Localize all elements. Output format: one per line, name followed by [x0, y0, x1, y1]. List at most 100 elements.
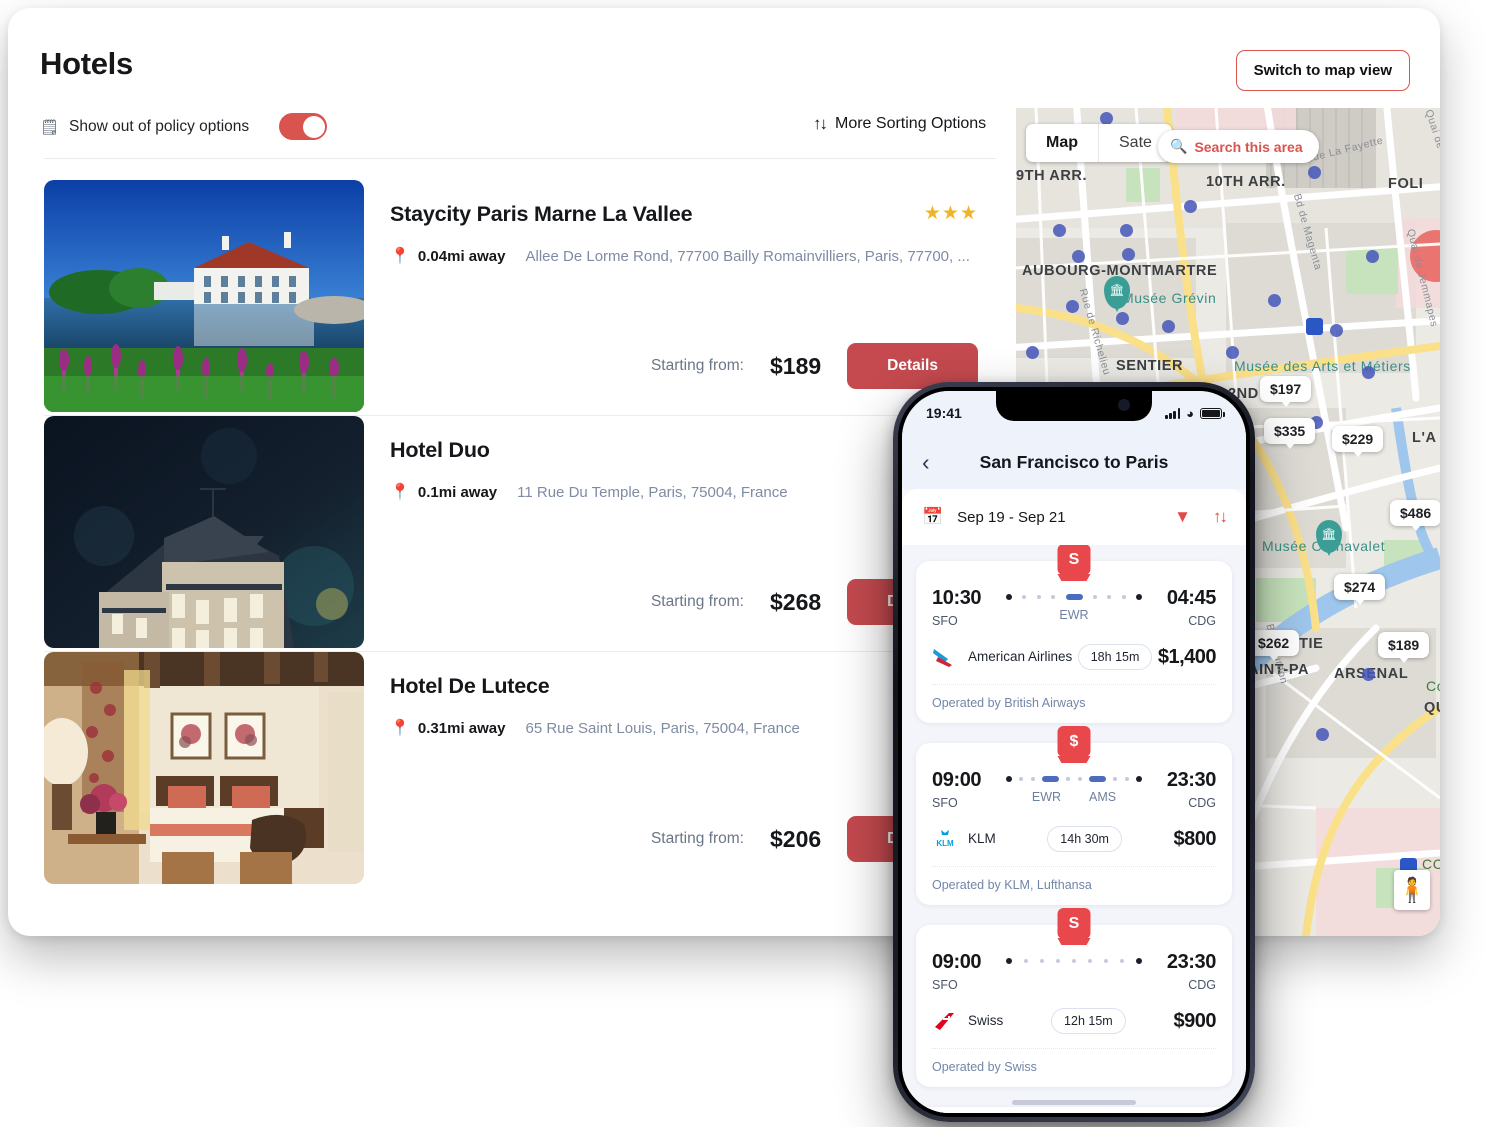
stop-airport-code: AMS: [1089, 790, 1117, 804]
route-stops-graphic: [1000, 958, 1148, 964]
flight-card[interactable]: $ 09:00 SFO EWR AMS 23:30 CDG KLM KLM 14…: [916, 726, 1232, 905]
path-dot: [1030, 777, 1035, 781]
map-poi-dot[interactable]: [1330, 324, 1343, 337]
map-poi-dot[interactable]: [1308, 166, 1321, 179]
stop-segment: [1041, 776, 1059, 782]
depart-airport-code: SFO: [932, 614, 958, 628]
map-poi-dot[interactable]: [1072, 250, 1085, 263]
swiss-logo: [935, 1013, 954, 1030]
path-dot: [1124, 777, 1129, 781]
destination-dot: [1136, 958, 1142, 964]
route-stops-graphic: [1000, 594, 1148, 600]
policy-doc-icon: 🗒: [40, 118, 60, 136]
map-poi-dot[interactable]: [1184, 200, 1197, 213]
hotel-list: Staycity Paris Marne La Vallee ★★★ 📍 0.0…: [44, 180, 996, 888]
flight-duration: 14h 30m: [1047, 826, 1122, 852]
operated-by-label: Operated by British Airways: [932, 696, 1086, 710]
map-price-pin[interactable]: $229: [1332, 426, 1384, 457]
map-poi-dot[interactable]: [1268, 294, 1281, 307]
map-poi-dot[interactable]: [1316, 728, 1329, 741]
map-poi-dot[interactable]: [1053, 224, 1066, 237]
paris-building-night-image: [44, 416, 364, 648]
sort-arrows-icon[interactable]: ↑↓: [1213, 507, 1228, 527]
stop-airport-code: EWR: [1031, 790, 1062, 804]
hotel-distance: 0.31mi away: [417, 720, 506, 737]
path-dot: [1092, 595, 1097, 599]
flight-results-list[interactable]: S 10:30 SFO EWR 04:45 CDG American Airli…: [902, 545, 1246, 1113]
map-poi-dot[interactable]: [1120, 224, 1133, 237]
flight-card[interactable]: S 10:30 SFO EWR 04:45 CDG American Airli…: [916, 545, 1232, 723]
map-price-pin[interactable]: $486: [1390, 500, 1440, 531]
funnel-icon[interactable]: ▼: [1174, 507, 1191, 527]
mobile-phone-mockup: 19:41 ◕ ‹ San Francisco to Paris 📅 Sep 1…: [893, 382, 1255, 1122]
american-airlines-logo: [933, 649, 952, 667]
hotel-info: Staycity Paris Marne La Vallee ★★★ 📍 0.0…: [364, 180, 996, 415]
search-this-area-label: Search this area: [1194, 138, 1303, 155]
hotel-thumbnail: [44, 652, 364, 884]
out-of-policy-toggle[interactable]: [279, 113, 328, 140]
switch-to-map-view-button[interactable]: Switch to map view: [1235, 50, 1410, 91]
sorting-label: More Sorting Options: [835, 115, 987, 132]
hotel-distance: 0.1mi away: [417, 484, 498, 501]
calendar-icon[interactable]: 📅: [922, 507, 943, 527]
page-title: Hotels: [40, 46, 133, 81]
hotel-address: 65 Rue Saint Louis, Paris, 75004, France: [525, 720, 800, 737]
map-poi-dot[interactable]: [1122, 248, 1135, 261]
map-price-pin[interactable]: $335: [1264, 418, 1316, 449]
front-camera-icon: [1118, 399, 1130, 411]
arrive-airport-code: CDG: [1188, 614, 1216, 628]
search-this-area-button[interactable]: 🔍 Search this area: [1158, 130, 1319, 163]
hotel-price: $206: [769, 825, 822, 852]
flight-card[interactable]: 09:00 SFO: [916, 1107, 1232, 1113]
hotel-card[interactable]: Hotel Duo 📍 0.1mi away 11 Rue Du Temple,…: [44, 416, 996, 652]
stop-labels: EWR AMS: [1000, 790, 1148, 804]
phone-filter-bar: 📅 Sep 19 - Sep 21 ▼ ↑↓: [902, 489, 1246, 545]
map-tab-map[interactable]: Map: [1026, 124, 1098, 162]
path-dot: [1072, 959, 1076, 963]
map-poi-dot[interactable]: [1066, 300, 1079, 313]
path-dot: [1088, 959, 1092, 963]
map-type-tabs[interactable]: Map Sate: [1026, 124, 1172, 162]
map-poi-dot[interactable]: [1362, 668, 1375, 681]
map-price-pin[interactable]: $189: [1378, 632, 1430, 663]
origin-dot: [1006, 594, 1012, 600]
map-poi-dot[interactable]: [1116, 312, 1129, 325]
date-range-label[interactable]: Sep 19 - Sep 21: [957, 509, 1065, 526]
hotel-price: $268: [769, 588, 822, 615]
arrive-time: 23:30: [1166, 951, 1217, 973]
hotel-card[interactable]: Staycity Paris Marne La Vallee ★★★ 📍 0.0…: [44, 180, 996, 416]
starting-from-label: Starting from:: [650, 357, 744, 374]
hotel-card[interactable]: Hotel De Lutece 📍 0.31mi away 65 Rue Sai…: [44, 652, 996, 888]
street-view-pegman[interactable]: 🧍: [1394, 870, 1430, 910]
depart-airport-code: SFO: [932, 796, 958, 810]
hotel-thumbnail: [44, 416, 364, 648]
path-dot: [1051, 595, 1056, 599]
map-poi-dot[interactable]: [1226, 346, 1239, 359]
map-price-pin[interactable]: $274: [1334, 574, 1386, 605]
magnifier-icon: 🔍: [1170, 138, 1188, 154]
stop-labels: EWR: [1000, 608, 1148, 622]
phone-page-title: San Francisco to Paris: [979, 451, 1169, 472]
map-poi-dot[interactable]: [1162, 320, 1175, 333]
location-pin-icon: 📍: [390, 247, 410, 265]
status-time: 19:41: [926, 405, 962, 421]
airline-row: American Airlines 18h 15m $1,400: [932, 644, 1217, 685]
home-indicator: [1012, 1100, 1136, 1105]
phone-notch: [996, 391, 1152, 421]
arrive-airport-code: CDG: [1188, 978, 1216, 992]
toggle-knob: [302, 115, 325, 138]
back-chevron-icon[interactable]: ‹: [922, 450, 930, 474]
more-sorting-options-button[interactable]: ↑↓ More Sorting Options: [813, 114, 986, 134]
transit-station-icon[interactable]: [1306, 318, 1323, 335]
map-poi-dot[interactable]: [1366, 250, 1379, 263]
map-price-pin[interactable]: $197: [1260, 376, 1312, 407]
map-poi-dot[interactable]: [1362, 366, 1375, 379]
map-price-pin[interactable]: $262: [1248, 630, 1300, 661]
destination-dot: [1136, 594, 1142, 600]
flight-card[interactable]: S 09:00 SFO 23:30 CDG Swiss 12h 15m $900…: [916, 908, 1232, 1087]
flight-duration: 18h 15m: [1077, 644, 1153, 670]
path-dot: [1077, 777, 1082, 781]
map-poi-dot[interactable]: [1026, 346, 1039, 359]
header-divider: [44, 158, 996, 159]
hotel-price-row: Starting from: $189 Details: [651, 343, 978, 389]
